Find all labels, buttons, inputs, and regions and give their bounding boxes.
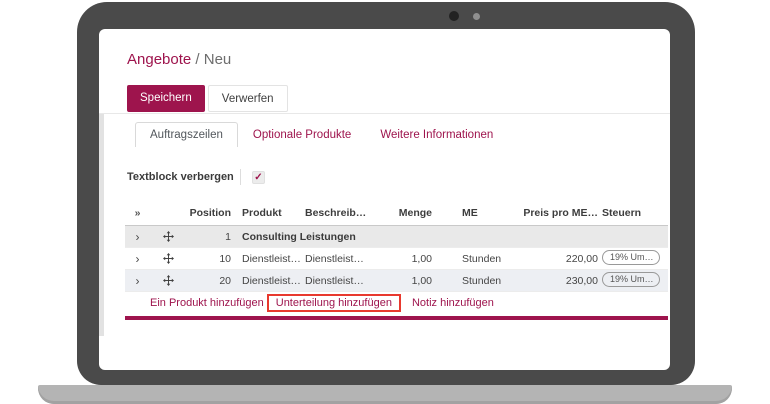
sheet-edge [99, 114, 104, 336]
camera-icon [449, 11, 459, 21]
row-expand-icon[interactable]: › [136, 230, 140, 244]
header-position[interactable]: Position [186, 207, 231, 219]
app-screen: Angebote / Neu Speichern Verwerfen Auftr… [99, 29, 670, 370]
breadcrumb-separator: / [195, 51, 199, 68]
row-expand-icon[interactable]: › [136, 252, 140, 266]
expand-all-icon[interactable]: » [125, 207, 150, 219]
cell-quantity: 1,00 [368, 253, 434, 265]
tax-badge: 19% Um… [602, 250, 660, 265]
cell-uom: Stunden [434, 253, 515, 265]
cell-quantity: 1,00 [368, 275, 434, 287]
cell-uom: Stunden [434, 275, 515, 287]
discard-button[interactable]: Verwerfen [208, 85, 288, 112]
tab-order-lines[interactable]: Auftragszeilen [135, 122, 238, 147]
laptop-mockup: Angebote / Neu Speichern Verwerfen Auftr… [0, 0, 770, 404]
table-row[interactable]: › 20 Dienstleist… Dienstleist… 1,00 Stun… [125, 270, 668, 292]
table-footer-links: Ein Produkt hinzufügen Unterteilung hinz… [125, 292, 494, 314]
hide-textblock-label: Textblock verbergen [127, 171, 240, 183]
drag-handle-icon[interactable] [150, 253, 186, 264]
cell-section-name: Consulting Leistungen [231, 231, 668, 243]
cell-description: Dienstleist… [300, 253, 368, 265]
table-header-row: » Position Produkt Beschreib… Menge ME P… [125, 200, 668, 226]
drag-handle-icon[interactable] [150, 231, 186, 242]
cell-unit-price: 220,00 [515, 253, 598, 265]
tax-badge: 19% Um… [602, 272, 660, 287]
cell-position: 1 [186, 231, 231, 243]
hide-textblock-checkbox[interactable]: ✓ [252, 171, 265, 184]
add-section-link[interactable]: Unterteilung hinzufügen [276, 297, 392, 309]
breadcrumb: Angebote / Neu [127, 51, 231, 68]
cell-unit-price: 230,00 [515, 275, 598, 287]
add-product-link[interactable]: Ein Produkt hinzufügen [150, 297, 264, 309]
save-button[interactable]: Speichern [127, 85, 205, 112]
laptop-base [38, 385, 732, 404]
checkmark-icon: ✓ [254, 171, 262, 184]
row-expand-icon[interactable]: › [136, 274, 140, 288]
header-quantity[interactable]: Menge [368, 207, 434, 219]
order-lines-table: » Position Produkt Beschreib… Menge ME P… [125, 200, 668, 292]
header-unit-price[interactable]: Preis pro ME… [515, 207, 598, 219]
breadcrumb-parent[interactable]: Angebote [127, 51, 191, 68]
cell-description: Dienstleist… [300, 275, 368, 287]
tab-other-info[interactable]: Weitere Informationen [366, 123, 507, 147]
header-taxes[interactable]: Steuern [598, 207, 668, 219]
section-divider-rule [125, 316, 668, 320]
header-description[interactable]: Beschreib… [300, 207, 368, 219]
notebook-tabs: Auftragszeilen Optionale Produkte Weiter… [135, 120, 507, 147]
camera-led-icon [473, 13, 480, 20]
header-uom[interactable]: ME [434, 207, 515, 219]
field-separator [240, 169, 241, 185]
annotation-highlight-box: Unterteilung hinzufügen [267, 294, 401, 312]
drag-handle-icon[interactable] [150, 275, 186, 286]
cell-position: 10 [186, 253, 231, 265]
hide-textblock-field: Textblock verbergen ✓ [127, 168, 265, 186]
cell-product: Dienstleist… [231, 275, 300, 287]
table-row[interactable]: › 10 Dienstleist… Dienstleist… 1,00 Stun… [125, 248, 668, 270]
header-product[interactable]: Produkt [231, 207, 300, 219]
cell-position: 20 [186, 275, 231, 287]
add-note-link[interactable]: Notiz hinzufügen [412, 297, 494, 309]
breadcrumb-current: Neu [204, 51, 232, 68]
control-panel-divider [99, 113, 670, 114]
cell-product: Dienstleist… [231, 253, 300, 265]
tab-optional-products[interactable]: Optionale Produkte [239, 123, 365, 147]
action-buttons: Speichern Verwerfen [127, 85, 288, 112]
table-row-section[interactable]: › 1 Consulting Leistungen [125, 226, 668, 248]
